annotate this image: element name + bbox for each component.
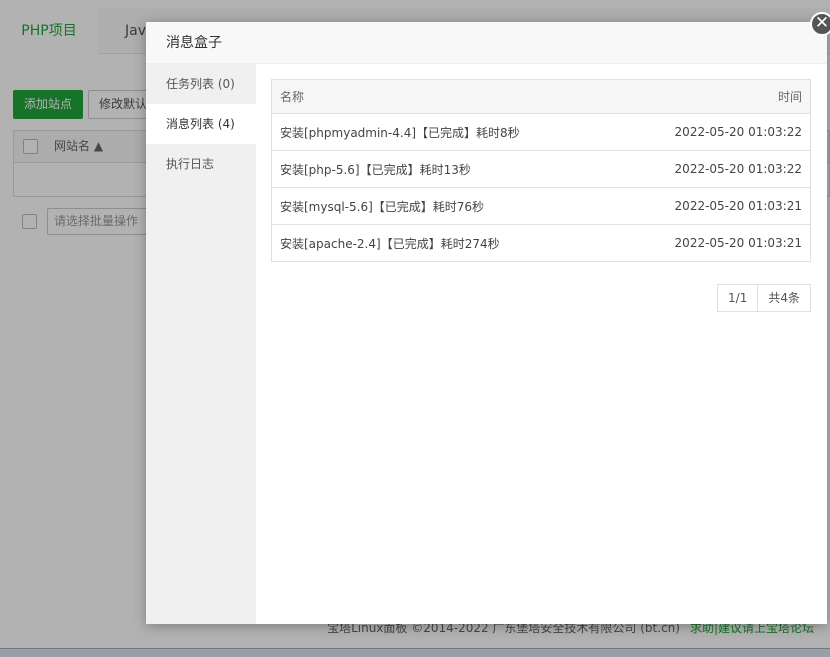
dialog-sidebar: 任务列表 (0) 消息列表 (4) 执行日志 <box>146 64 256 624</box>
pagination: 1/1 共4条 <box>717 284 811 312</box>
table-row: 安装[php-5.6]【已完成】耗时13秒 2022-05-20 01:03:2… <box>271 150 811 188</box>
message-time: 2022-05-20 01:03:22 <box>616 150 811 188</box>
message-name: 安装[php-5.6]【已完成】耗时13秒 <box>271 150 617 188</box>
total-count: 共4条 <box>768 291 800 305</box>
table-row: 安装[phpmyadmin-4.4]【已完成】耗时8秒 2022-05-20 0… <box>271 113 811 151</box>
message-table: 名称 时间 安装[phpmyadmin-4.4]【已完成】耗时8秒 2022-0… <box>271 79 811 262</box>
message-name: 安装[phpmyadmin-4.4]【已完成】耗时8秒 <box>271 113 617 151</box>
column-name: 名称 <box>271 79 617 114</box>
message-box-dialog: 消息盒子 任务列表 (0) 消息列表 (4) 执行日志 名称 时间 安装[php… <box>146 22 827 624</box>
message-time: 2022-05-20 01:03:22 <box>616 113 811 151</box>
message-name: 安装[mysql-5.6]【已完成】耗时76秒 <box>271 187 617 225</box>
sidebar-item-message-list[interactable]: 消息列表 (4) <box>146 104 256 144</box>
close-icon[interactable]: ✕ <box>810 12 830 36</box>
table-row: 安装[mysql-5.6]【已完成】耗时76秒 2022-05-20 01:03… <box>271 187 811 225</box>
page-indicator[interactable]: 1/1 <box>718 285 759 311</box>
message-time: 2022-05-20 01:03:21 <box>616 187 811 225</box>
table-row: 安装[apache-2.4]【已完成】耗时274秒 2022-05-20 01:… <box>271 224 811 262</box>
message-time: 2022-05-20 01:03:21 <box>616 224 811 262</box>
table-header-row: 名称 时间 <box>271 79 811 114</box>
message-list-panel: 名称 时间 安装[phpmyadmin-4.4]【已完成】耗时8秒 2022-0… <box>271 79 811 262</box>
sidebar-item-execution-log[interactable]: 执行日志 <box>146 144 256 184</box>
message-name: 安装[apache-2.4]【已完成】耗时274秒 <box>271 224 617 262</box>
dialog-title: 消息盒子 <box>146 22 827 64</box>
column-time: 时间 <box>616 79 811 114</box>
sidebar-item-task-list[interactable]: 任务列表 (0) <box>146 64 256 104</box>
